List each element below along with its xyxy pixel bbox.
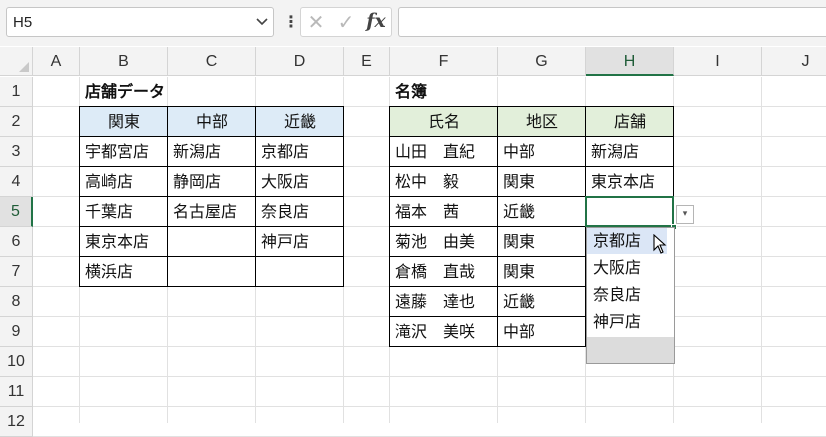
dropdown-option[interactable]: 大阪店 <box>587 255 667 281</box>
more-options-icon[interactable]: ⋮ <box>283 12 299 34</box>
table-border-h <box>79 136 344 137</box>
row-header-8[interactable]: 8 <box>0 287 33 317</box>
row-header-5[interactable]: 5 <box>0 197 33 227</box>
column-header-c[interactable]: C <box>168 47 256 76</box>
store-table-cell: 静岡店 <box>173 172 222 191</box>
table-border-h <box>389 106 674 107</box>
roster-table-title: 名簿 <box>395 82 428 101</box>
row-header-12[interactable]: 12 <box>0 407 33 437</box>
column-header-e[interactable]: E <box>344 47 390 76</box>
column-header-i[interactable]: I <box>674 47 762 76</box>
cancel-icon[interactable]: ✕ <box>305 10 327 34</box>
column-header-j[interactable]: J <box>762 47 826 76</box>
store-table-cell: 東京本店 <box>85 232 150 251</box>
table-border-h <box>79 226 344 227</box>
row-header-9[interactable]: 9 <box>0 317 33 347</box>
column-header-f[interactable]: F <box>390 47 498 76</box>
store-table-cell: 奈良店 <box>261 202 310 221</box>
chevron-down-icon[interactable] <box>255 12 269 32</box>
roster-table-cell: 東京本店 <box>591 172 656 191</box>
roster-table-cell: 菊池 由美 <box>395 232 476 251</box>
roster-table-cell: 倉橋 直哉 <box>395 262 476 281</box>
store-table-cell: 横浜店 <box>85 262 134 281</box>
table-border-h <box>389 166 674 167</box>
roster-table-header: 店舗 <box>613 112 646 131</box>
formula-input[interactable] <box>398 7 826 37</box>
active-cell-h5[interactable] <box>585 196 674 227</box>
store-table-cell: 高崎店 <box>85 172 134 191</box>
roster-table-cell: 松中 毅 <box>395 172 460 191</box>
gridline-horizontal <box>33 406 826 407</box>
store-table-header: 近畿 <box>283 112 316 131</box>
dropdown-option[interactable]: 神戸店 <box>587 309 667 335</box>
row-header-3[interactable]: 3 <box>0 137 33 167</box>
store-table-header: 中部 <box>195 112 228 131</box>
roster-table-cell: 新潟店 <box>591 142 640 161</box>
roster-table-cell: 関東 <box>503 232 536 251</box>
table-border-h <box>79 286 344 287</box>
roster-table-cell: 近畿 <box>503 202 536 221</box>
roster-table-cell: 関東 <box>503 172 536 191</box>
store-table-cell: 京都店 <box>261 142 310 161</box>
column-header-d[interactable]: D <box>256 47 344 76</box>
row-header-7[interactable]: 7 <box>0 257 33 287</box>
select-all-triangle-icon <box>19 62 29 72</box>
dropdown-option[interactable]: 奈良店 <box>587 282 667 308</box>
row-header-1[interactable]: 1 <box>0 77 33 107</box>
column-header-h[interactable]: H <box>586 47 674 76</box>
roster-table-cell: 中部 <box>503 142 536 161</box>
row-header-11[interactable]: 11 <box>0 377 33 407</box>
store-table-cell: 新潟店 <box>173 142 222 161</box>
name-box-value: H5 <box>13 14 33 31</box>
row-header-2[interactable]: 2 <box>0 107 33 137</box>
store-table-title: 店舗データ <box>85 82 166 101</box>
roster-table-cell: 遠藤 達也 <box>395 292 476 311</box>
store-table-header: 関東 <box>107 112 140 131</box>
gridline-horizontal <box>33 376 826 377</box>
dropdown-list-footer <box>587 337 674 363</box>
table-border-h <box>79 166 344 167</box>
roster-table-cell: 滝沢 美咲 <box>395 322 476 341</box>
column-header-b[interactable]: B <box>80 47 168 76</box>
roster-table-header: 地区 <box>525 112 558 131</box>
store-table-cell: 名古屋店 <box>173 202 238 221</box>
insert-function-icon[interactable]: fx <box>365 10 387 32</box>
roster-table-cell: 福本 茜 <box>395 202 460 221</box>
table-border-h <box>79 196 344 197</box>
name-box[interactable] <box>6 7 274 37</box>
roster-table-cell: 近畿 <box>503 292 536 311</box>
row-header-10[interactable]: 10 <box>0 347 33 377</box>
column-header-a[interactable]: A <box>33 47 80 76</box>
table-border-h <box>79 256 344 257</box>
store-table-cell: 千葉店 <box>85 202 134 221</box>
row-header-6[interactable]: 6 <box>0 227 33 257</box>
store-table-cell: 宇都宮店 <box>85 142 150 161</box>
dropdown-arrow-button[interactable]: ▾ <box>676 205 694 224</box>
roster-table-header: 氏名 <box>427 112 460 131</box>
table-border-h <box>389 136 674 137</box>
mouse-cursor-icon <box>653 233 669 256</box>
table-border-h <box>79 106 344 107</box>
store-table-cell: 大阪店 <box>261 172 310 191</box>
gridline-vertical <box>761 77 762 423</box>
column-header-g[interactable]: G <box>498 47 586 76</box>
roster-table-cell: 山田 直紀 <box>395 142 476 161</box>
roster-table-cell: 関東 <box>503 262 536 281</box>
store-table-cell: 神戸店 <box>261 232 310 251</box>
roster-table-cell: 中部 <box>503 322 536 341</box>
enter-icon[interactable]: ✓ <box>335 10 357 34</box>
row-header-4[interactable]: 4 <box>0 167 33 197</box>
